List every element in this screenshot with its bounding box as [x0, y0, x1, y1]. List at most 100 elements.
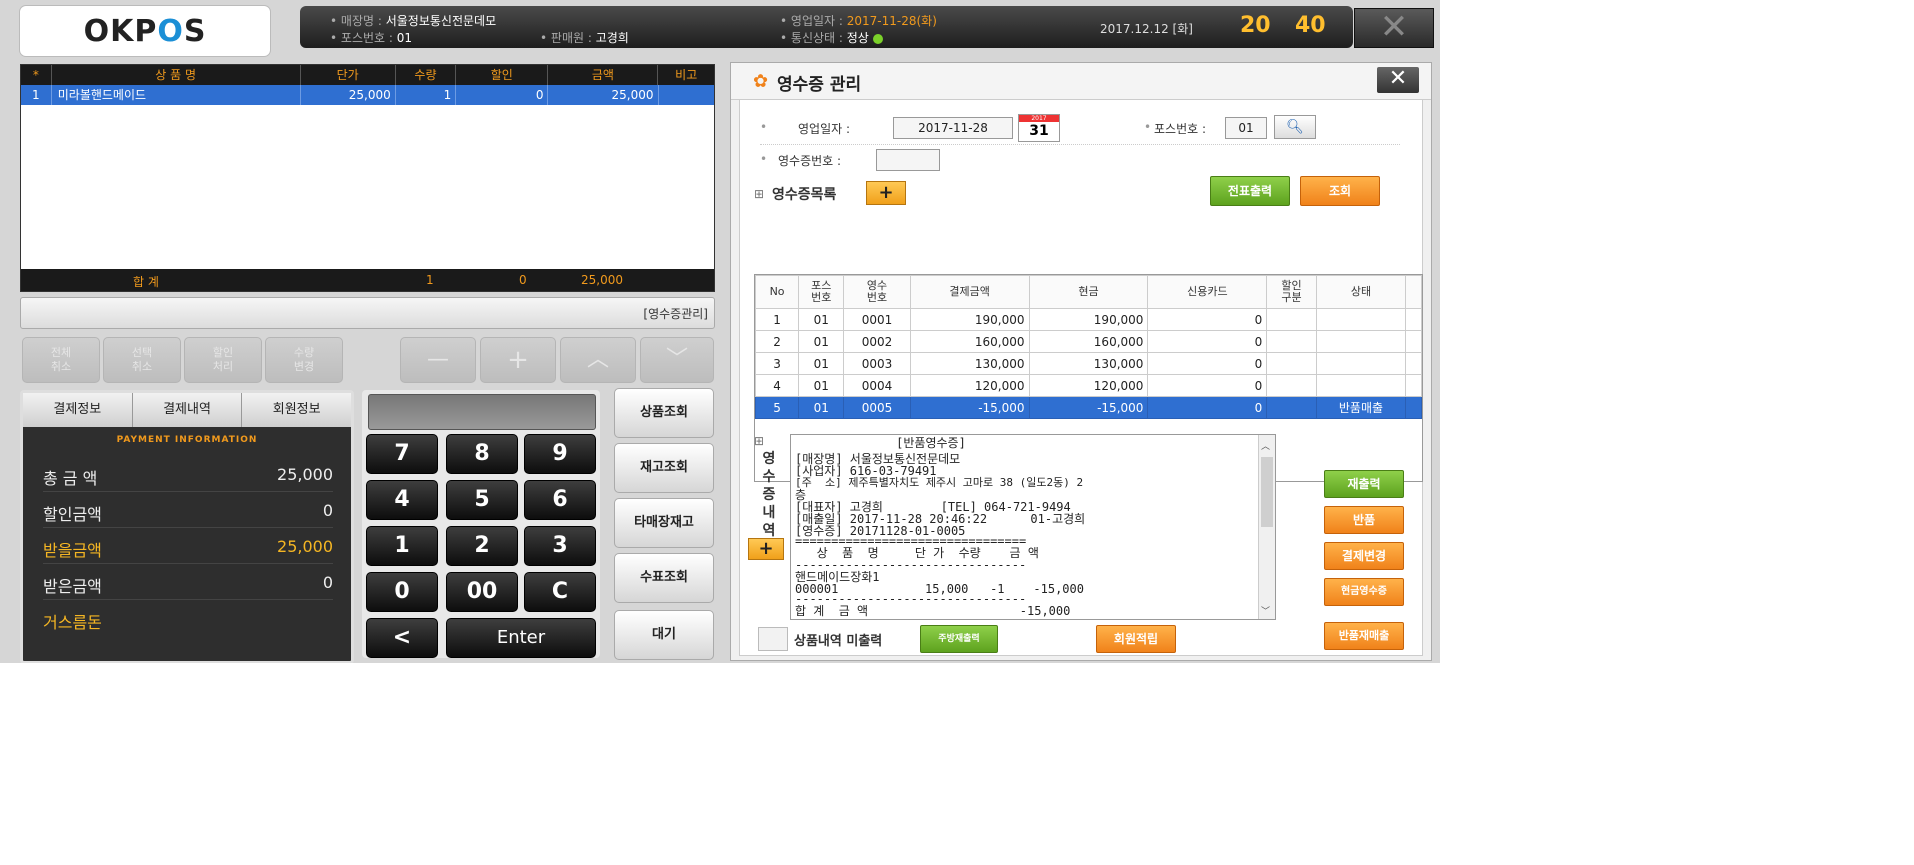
change-payment-button[interactable]: 결제변경 [1324, 542, 1404, 570]
scroll-down-icon[interactable]: ﹀ [1261, 604, 1270, 617]
tab-payment-info[interactable]: 결제정보 [23, 393, 133, 427]
grid-col-cash: 현금 [1028, 275, 1149, 309]
discount-button[interactable]: 할인 처리 [184, 337, 262, 383]
print-slip-button[interactable]: 전표출력 [1210, 176, 1290, 206]
other-store-stock-button[interactable]: 타매장재고 [614, 498, 714, 548]
top-info-bar: • 매장명 : 서울정보통신전문데모 • 포스번호 : 01 • 판매원 : 고… [300, 6, 1353, 48]
cash-receipt-button[interactable]: 현금영수증 [1324, 578, 1404, 606]
key-0[interactable]: 0 [366, 572, 438, 612]
tab-payment-history[interactable]: 결제내역 [133, 393, 243, 427]
key-clear[interactable]: C [524, 572, 596, 612]
receipt-scrollbar[interactable]: ︿ ﹀ [1258, 435, 1275, 619]
close-app-button[interactable]: ✕ [1354, 8, 1434, 48]
reprint-button[interactable]: 재출력 [1324, 470, 1404, 498]
pos-screen: OKPOS • 매장명 : 서울정보통신전문데모 • 포스번호 : 01 • 판… [0, 0, 1440, 663]
return-resale-button[interactable]: 반품재매출 [1324, 622, 1404, 650]
no-print-checkbox[interactable] [758, 627, 788, 651]
product-search-button[interactable]: 상품조회 [614, 388, 714, 438]
key-00[interactable]: 00 [446, 572, 518, 612]
key-enter[interactable]: Enter [446, 618, 596, 658]
key-5[interactable]: 5 [446, 480, 518, 520]
scroll-up-button[interactable]: ︿ [560, 337, 636, 383]
scroll-up-icon[interactable]: ︿ [1261, 439, 1270, 452]
payment-info-title: PAYMENT INFORMATION [116, 435, 258, 445]
receipt-window-close-button[interactable]: ✕ [1377, 67, 1419, 93]
business-date-info: • 영업일자 : 2017-11-28(화) [780, 14, 937, 28]
grid-col-status: 상태 [1315, 275, 1407, 309]
discount-amount-row: 할인금액 0 [43, 493, 333, 528]
filter-divider [760, 144, 1400, 145]
grid-row[interactable]: 1 01 0001 190,000 190,000 0 [754, 308, 1422, 331]
received-amount-row: 받은금액 0 [43, 565, 333, 600]
col-header-amount: 금액 [548, 65, 659, 85]
calendar-year: 2017 [1019, 115, 1059, 122]
grid-col-pos: 포스 번호 [798, 275, 845, 309]
receipt-line: [주 소] 제주특별자치도 제주시 고마로 38 (일도2동) 2 [795, 476, 1084, 489]
key-backspace[interactable]: < [366, 618, 438, 658]
key-9[interactable]: 9 [524, 434, 596, 474]
received-amount-label: 받은금액 [43, 577, 102, 596]
scroll-thumb[interactable] [1261, 457, 1273, 527]
pos-number-input[interactable]: 01 [1225, 117, 1267, 139]
minus-button[interactable]: — [400, 337, 476, 383]
return-button[interactable]: 반품 [1324, 506, 1404, 534]
grid-col-payment: 결제금액 [909, 275, 1030, 309]
stock-search-button[interactable]: 재고조회 [614, 443, 714, 493]
item-name: 미라볼핸드메이드 [52, 85, 301, 105]
receipt-no-input[interactable] [876, 149, 940, 171]
key-8[interactable]: 8 [446, 434, 518, 474]
store-name-info: • 매장명 : 서울정보통신전문데모 [330, 14, 497, 28]
grid-col-receipt-no: 영수 번호 [843, 275, 911, 309]
calendar-day: 31 [1029, 123, 1049, 139]
grid-row-selected[interactable]: 5 01 0005 -15,000 -15,000 0 반품매출 [754, 396, 1422, 419]
receipt-detail-vertical-label: 영수증내역 [762, 451, 776, 539]
total-discount: 0 [519, 273, 527, 287]
key-4[interactable]: 4 [366, 480, 438, 520]
tab-member-info[interactable]: 회원정보 [242, 393, 351, 427]
total-amount-value: 25,000 [277, 465, 333, 484]
col-header-discount: 할인 [456, 65, 549, 85]
key-6[interactable]: 6 [524, 480, 596, 520]
scroll-down-button[interactable]: ﹀ [640, 337, 714, 383]
receipt-window-titlebar: ✿ 영수증 관리 ✕ [731, 63, 1431, 100]
grid-row[interactable]: 4 01 0004 120,000 120,000 0 [754, 374, 1422, 397]
biz-date-input[interactable]: 2017-11-28 [893, 117, 1013, 139]
receipt-line: 합 계 금 액 -15,000 [795, 604, 1071, 618]
grid-col-discount: 할인 구분 [1266, 275, 1317, 309]
hold-button[interactable]: 대기 [614, 610, 714, 660]
member-points-button[interactable]: 회원적립 [1096, 625, 1176, 653]
change-amount-label: 거스름돈 [43, 613, 102, 632]
total-amount: 25,000 [581, 273, 623, 287]
detail-add-button[interactable]: + [748, 538, 784, 560]
search-icon[interactable]: 🔍︎ [1274, 115, 1316, 139]
item-row[interactable]: 1 미라볼핸드메이드 25,000 1 0 25,000 [21, 85, 714, 105]
status-text: [영수증관리] [643, 307, 708, 321]
receipt-line: [반품영수증] [795, 436, 966, 450]
add-receipt-button[interactable]: + [866, 181, 906, 205]
key-3[interactable]: 3 [524, 526, 596, 566]
numeric-keypad: 7 8 9 4 5 6 1 2 3 0 00 C < Enter [362, 390, 600, 658]
grid-row[interactable]: 2 01 0002 160,000 160,000 0 [754, 330, 1422, 353]
col-header-price: 단가 [301, 65, 396, 85]
plus-button[interactable]: + [480, 337, 556, 383]
search-button[interactable]: 조회 [1300, 176, 1380, 206]
key-7[interactable]: 7 [366, 434, 438, 474]
calendar-icon[interactable]: 2017 31 [1018, 114, 1060, 142]
kitchen-reprint-button[interactable]: 주방재출력 [920, 625, 998, 653]
cancel-all-button[interactable]: 전체 취소 [22, 337, 100, 383]
col-header-qty: 수량 [396, 65, 457, 85]
cancel-selected-button[interactable]: 선택 취소 [103, 337, 181, 383]
expand-icon: ⊞ [754, 187, 765, 201]
item-no: 1 [21, 85, 52, 105]
keypad-display[interactable] [368, 394, 596, 430]
receipt-window-body: • 영업일자 : 2017-11-28 2017 31 • 포스번호 : 01 … [739, 99, 1423, 656]
col-header-name: 상 품 명 [52, 65, 301, 85]
key-1[interactable]: 1 [366, 526, 438, 566]
item-table-total: 합 계 1 0 25,000 [21, 269, 714, 291]
item-amount: 25,000 [548, 85, 659, 105]
change-qty-button[interactable]: 수량 변경 [265, 337, 343, 383]
key-2[interactable]: 2 [446, 526, 518, 566]
grid-row[interactable]: 3 01 0003 130,000 130,000 0 [754, 352, 1422, 375]
check-search-button[interactable]: 수표조회 [614, 553, 714, 603]
grid-col-spacer [1405, 275, 1422, 309]
